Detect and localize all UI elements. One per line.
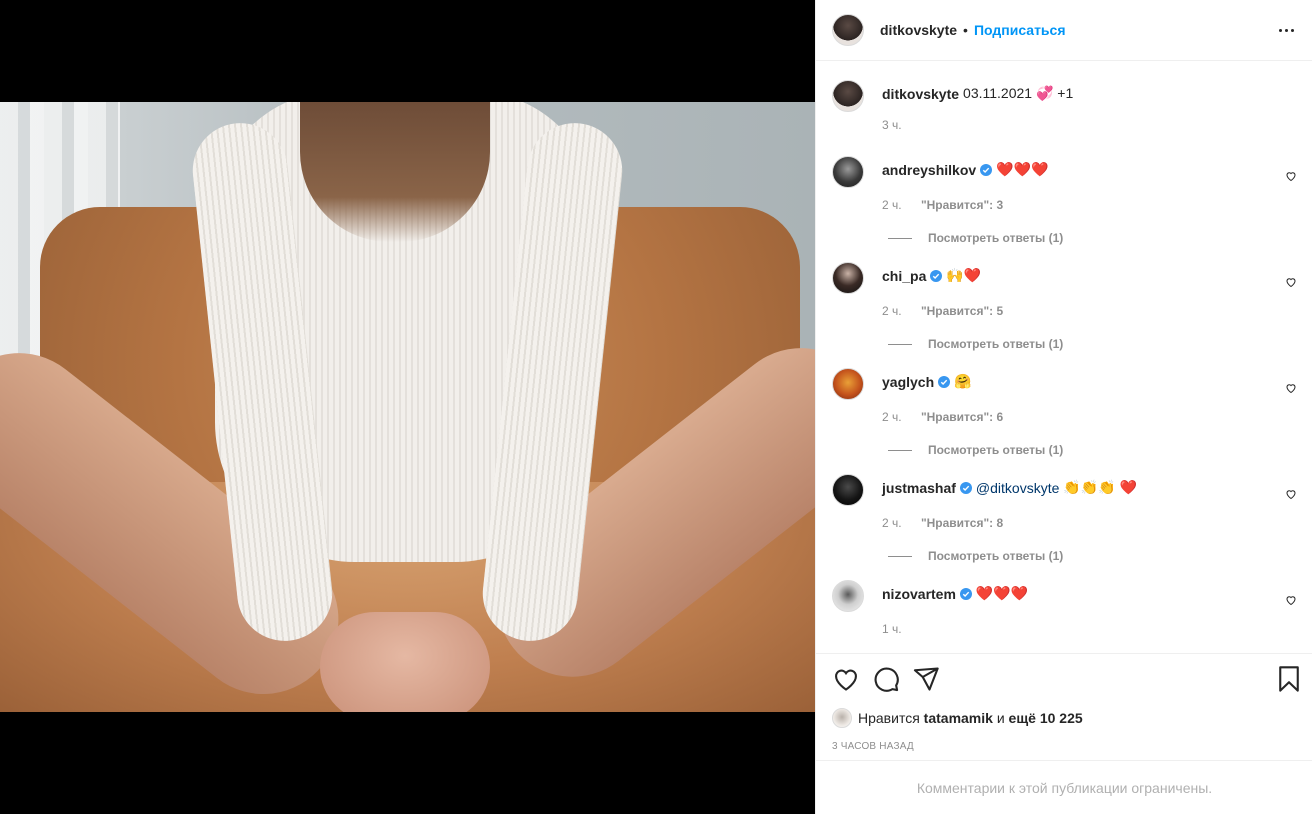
verified-badge-icon [938, 375, 951, 388]
view-replies-label: Посмотреть ответы (1) [928, 443, 1064, 457]
comment-username[interactable]: andreyshilkov [882, 162, 976, 178]
comment-meta: 2 ч. "Нравится": 6 [882, 410, 1003, 424]
commenter-avatar[interactable] [832, 580, 864, 612]
comment-like-heart-icon[interactable] [1285, 382, 1297, 394]
commenter-avatar[interactable] [832, 156, 864, 188]
view-replies-button[interactable]: Посмотреть ответы (1) [888, 443, 1063, 457]
comment-text: 👏👏👏 ❤️ [1063, 479, 1138, 495]
view-replies-label: Посмотреть ответы (1) [928, 337, 1064, 351]
comment-meta: 2 ч. "Нравится": 5 [882, 304, 1003, 318]
caption-username[interactable]: ditkovskyte [882, 86, 959, 102]
follow-button[interactable]: Подписаться [974, 22, 1066, 38]
comment-likes[interactable]: "Нравится": 6 [921, 410, 1003, 424]
comment-mention-link[interactable]: @ditkovskyte [976, 480, 1059, 496]
verified-badge-icon [930, 269, 943, 282]
post-timestamp[interactable]: 3 ЧАСОВ НАЗАД [832, 741, 914, 752]
comment-meta: 2 ч. "Нравится": 3 [882, 198, 1003, 212]
caption-avatar[interactable] [832, 80, 864, 112]
post-sidebar: ditkovskyte • Подписаться ditkovskyte 03… [815, 0, 1312, 814]
comment-like-heart-icon[interactable] [1285, 170, 1297, 182]
liker-username[interactable]: tatamamik [924, 710, 993, 726]
comment-text: 🙌❤️ [946, 267, 982, 283]
comment-likes[interactable]: "Нравится": 5 [921, 304, 1003, 318]
comment-like-heart-icon[interactable] [1285, 276, 1297, 288]
comment-text: 🤗 [954, 373, 972, 389]
comment-username[interactable]: yaglych [882, 374, 934, 390]
verified-badge-icon [980, 163, 993, 176]
view-replies-button[interactable]: Посмотреть ответы (1) [888, 337, 1063, 351]
more-options-icon[interactable] [1276, 20, 1296, 40]
comment-likes[interactable]: "Нравится": 3 [921, 198, 1003, 212]
caption-time: 3 ч. [882, 118, 902, 132]
likes-summary: Нравится tatamamik и ещё 10 225 [832, 708, 1083, 728]
comment-meta: 1 ч. [882, 622, 902, 636]
comment-text: ❤️❤️❤️ [996, 161, 1049, 177]
comment-time: 2 ч. [882, 304, 902, 318]
post-header: ditkovskyte • Подписаться [816, 0, 1312, 61]
comment-time: 2 ч. [882, 516, 902, 530]
heart-outline-icon[interactable] [832, 665, 860, 693]
owner-avatar[interactable] [832, 14, 864, 46]
comment-time: 1 ч. [882, 622, 902, 636]
view-replies-button[interactable]: Посмотреть ответы (1) [888, 231, 1063, 245]
comment-username[interactable]: chi_pa [882, 268, 926, 284]
likes-prefix: Нравится [858, 710, 920, 726]
comment-username[interactable]: justmashaf [882, 480, 956, 496]
view-replies-label: Посмотреть ответы (1) [928, 231, 1064, 245]
likes-others-link[interactable]: ещё 10 225 [1009, 710, 1083, 726]
commenter-avatar[interactable] [832, 474, 864, 506]
liker-avatar[interactable] [832, 708, 852, 728]
owner-username[interactable]: ditkovskyte [880, 22, 957, 38]
comment-likes[interactable]: "Нравится": 8 [921, 516, 1003, 530]
verified-badge-icon [959, 587, 972, 600]
likes-joiner: и [996, 710, 1005, 726]
media-panel [0, 0, 815, 814]
comments-limited-notice: Комментарии к этой публикации ограничены… [816, 760, 1312, 814]
bookmark-icon[interactable] [1275, 665, 1303, 693]
view-replies-label: Посмотреть ответы (1) [928, 549, 1064, 563]
comment-username[interactable]: nizovartem [882, 586, 956, 602]
comment-text: ❤️❤️❤️ [975, 585, 1029, 601]
verified-badge-icon [959, 481, 972, 494]
comment-meta: 2 ч. "Нравится": 8 [882, 516, 1003, 530]
commenter-avatar[interactable] [832, 262, 864, 294]
action-bar [832, 665, 1299, 697]
caption-text: 03.11.2021 💞 +1 [963, 85, 1074, 101]
view-replies-button[interactable]: Посмотреть ответы (1) [888, 549, 1063, 563]
post-photo[interactable] [0, 102, 815, 712]
commenter-avatar[interactable] [832, 368, 864, 400]
comment-bubble-icon[interactable] [872, 665, 900, 693]
paper-plane-icon[interactable] [912, 665, 940, 693]
comments-list[interactable]: ditkovskyte 03.11.2021 💞 +1 3 ч. andreys… [816, 62, 1312, 654]
comment-time: 2 ч. [882, 410, 902, 424]
comment-like-heart-icon[interactable] [1285, 594, 1297, 606]
comment-like-heart-icon[interactable] [1285, 488, 1297, 500]
separator-dot: • [963, 22, 968, 38]
comment-time: 2 ч. [882, 198, 902, 212]
